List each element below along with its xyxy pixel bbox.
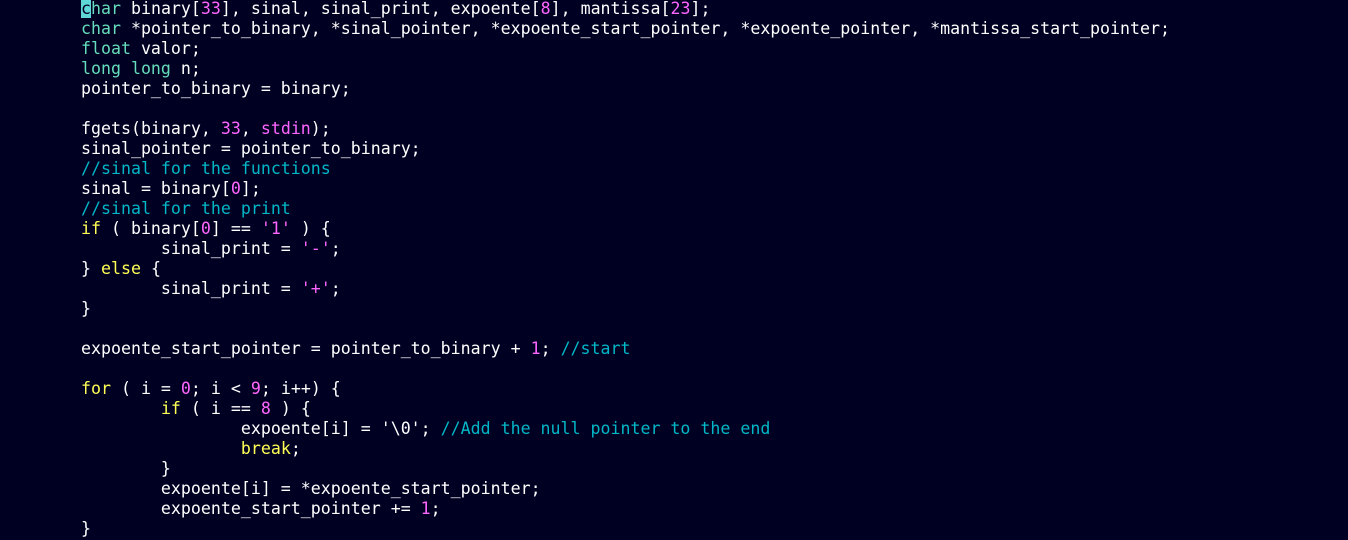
code-line[interactable]: sinal_print = '+'; xyxy=(81,279,1170,299)
code-line[interactable]: //sinal for the functions xyxy=(81,159,1170,179)
code-token-number: 33 xyxy=(200,0,221,18)
code-editor[interactable]: char binary[33], sinal, sinal_print, exp… xyxy=(0,0,1348,540)
code-token-default: ; xyxy=(430,499,441,518)
code-token-default: expoente[i] = '\0'; xyxy=(81,419,441,438)
code-line[interactable] xyxy=(81,99,1170,119)
code-token-default: *pointer_to_binary, *sinal_pointer, *exp… xyxy=(120,19,1170,38)
code-line[interactable]: } xyxy=(81,519,1170,539)
code-token-default: sinal_print = xyxy=(81,239,301,258)
code-token-default: ], mantissa[ xyxy=(550,0,671,18)
text-cursor: c xyxy=(81,0,91,18)
code-token-default: } xyxy=(81,459,171,478)
code-token-default: pointer_to_binary = binary; xyxy=(81,79,351,98)
code-token-type: long long xyxy=(81,59,171,78)
code-token-default: fgets(binary, xyxy=(81,119,221,138)
code-token-type: char xyxy=(81,19,121,38)
code-token-comment: //sinal for the print xyxy=(81,199,291,218)
code-token-keyword: for xyxy=(81,379,111,398)
code-token-default: ; xyxy=(540,339,561,358)
code-token-default: ( binary[ xyxy=(100,219,201,238)
code-token-comment: //start xyxy=(560,339,631,358)
code-token-default: binary[ xyxy=(120,0,201,18)
code-token-string: '+' xyxy=(300,279,331,298)
code-token-default: ; xyxy=(330,279,341,298)
code-token-default: ; xyxy=(290,439,301,458)
code-token-number: 9 xyxy=(250,379,261,398)
code-token-default: expoente[i] = *expoente_start_pointer; xyxy=(81,479,541,498)
code-token-number: 0 xyxy=(200,219,211,238)
code-token-default: ]; xyxy=(690,0,711,18)
code-token-default: ]; xyxy=(240,179,261,198)
code-token-number: 1 xyxy=(530,339,541,358)
code-line[interactable]: //sinal for the print xyxy=(81,199,1170,219)
code-line[interactable]: expoente_start_pointer = pointer_to_bina… xyxy=(81,339,1170,359)
code-line[interactable]: long long n; xyxy=(81,59,1170,79)
code-token-number: 1 xyxy=(420,499,431,518)
code-token-default: ; i < xyxy=(190,379,251,398)
code-line[interactable] xyxy=(81,359,1170,379)
code-token-default: } xyxy=(81,299,91,318)
code-token-default: , xyxy=(240,119,261,138)
code-token-default: expoente_start_pointer += xyxy=(81,499,421,518)
code-token-default: { xyxy=(140,259,161,278)
code-token-default: ) { xyxy=(270,399,311,418)
code-token-string: '-' xyxy=(300,239,331,258)
code-line[interactable]: char binary[33], sinal, sinal_print, exp… xyxy=(81,0,1170,19)
code-token-default: sinal_print = xyxy=(81,279,301,298)
code-line[interactable]: if ( i == 8 ) { xyxy=(81,399,1170,419)
code-token-default xyxy=(81,439,241,458)
code-token-number: 8 xyxy=(540,0,551,18)
code-line[interactable]: fgets(binary, 33, stdin); xyxy=(81,119,1170,139)
code-token-default xyxy=(81,399,161,418)
code-token-default: sinal = binary[ xyxy=(81,179,231,198)
code-token-default: ( i == xyxy=(180,399,261,418)
code-line[interactable]: sinal_print = '-'; xyxy=(81,239,1170,259)
code-line[interactable] xyxy=(81,319,1170,339)
code-token-keyword: if xyxy=(160,399,181,418)
code-line[interactable]: } xyxy=(81,459,1170,479)
code-token-number: 8 xyxy=(260,399,271,418)
code-line[interactable]: expoente_start_pointer += 1; xyxy=(81,499,1170,519)
code-token-default: ) { xyxy=(290,219,331,238)
code-token-default: ] == xyxy=(210,219,261,238)
code-line[interactable]: sinal = binary[0]; xyxy=(81,179,1170,199)
code-token-type: float xyxy=(81,39,131,58)
code-token-default: ; i++) { xyxy=(260,379,341,398)
code-line[interactable]: } xyxy=(81,299,1170,319)
code-token-keyword: break xyxy=(240,439,291,458)
code-token-keyword: else xyxy=(100,259,141,278)
code-token-type: har xyxy=(91,0,121,18)
code-token-keyword: if xyxy=(81,219,101,238)
code-token-default: valor; xyxy=(130,39,201,58)
code-line[interactable]: sinal_pointer = pointer_to_binary; xyxy=(81,139,1170,159)
code-token-default: } xyxy=(81,259,101,278)
code-token-default: ], sinal, sinal_print, expoente[ xyxy=(220,0,541,18)
code-line[interactable]: } else { xyxy=(81,259,1170,279)
code-token-default: ( i = xyxy=(110,379,181,398)
code-token-default: ; xyxy=(330,239,341,258)
code-token-comment: //Add the null pointer to the end xyxy=(440,419,771,438)
code-token-default: expoente_start_pointer = pointer_to_bina… xyxy=(81,339,531,358)
code-line[interactable]: expoente[i] = *expoente_start_pointer; xyxy=(81,479,1170,499)
code-line[interactable]: float valor; xyxy=(81,39,1170,59)
code-token-number: 33 xyxy=(220,119,241,138)
code-token-default: n; xyxy=(170,59,201,78)
code-token-default: sinal_pointer = pointer_to_binary; xyxy=(81,139,421,158)
code-token-comment: //sinal for the functions xyxy=(81,159,331,178)
code-token-number: 23 xyxy=(670,0,691,18)
code-line[interactable]: char *pointer_to_binary, *sinal_pointer,… xyxy=(81,19,1170,39)
code-token-string: '1' xyxy=(260,219,291,238)
code-token-number: 0 xyxy=(230,179,241,198)
code-line[interactable]: if ( binary[0] == '1' ) { xyxy=(81,219,1170,239)
code-line[interactable]: break; xyxy=(81,439,1170,459)
code-area[interactable]: char binary[33], sinal, sinal_print, exp… xyxy=(81,0,1170,539)
code-token-default: ); xyxy=(310,119,331,138)
code-token-default: } xyxy=(81,519,91,538)
code-token-number: stdin xyxy=(260,119,311,138)
code-line[interactable]: pointer_to_binary = binary; xyxy=(81,79,1170,99)
code-token-number: 0 xyxy=(180,379,191,398)
code-line[interactable]: expoente[i] = '\0'; //Add the null point… xyxy=(81,419,1170,439)
code-line[interactable]: for ( i = 0; i < 9; i++) { xyxy=(81,379,1170,399)
